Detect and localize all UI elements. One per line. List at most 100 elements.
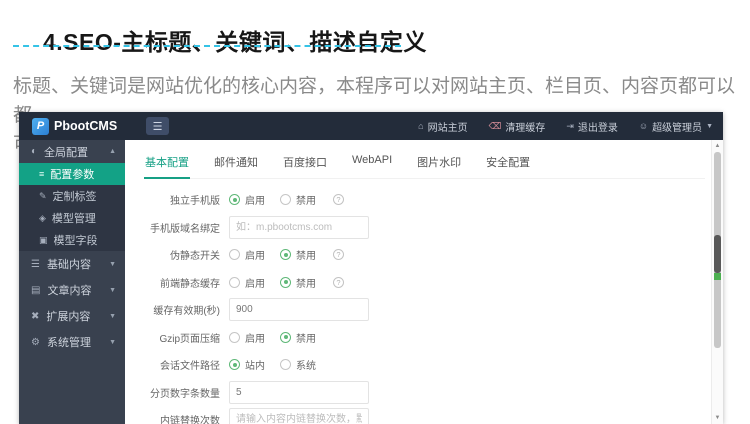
sidebar-item-custom-tags[interactable]: ✎ 定制标签: [19, 185, 125, 207]
radio-disable[interactable]: 禁用: [280, 275, 316, 290]
radio-label: 站内: [245, 361, 265, 373]
radio-icon: [229, 331, 240, 343]
scroll-down-icon[interactable]: ▼: [712, 413, 723, 423]
info-icon[interactable]: ?: [333, 276, 344, 288]
admin-main: ◐ 全局配置 ▲ ≡ 配置参数 ✎ 定制标签 ◈ 模型管理 ▣ 模型字段 ☰ 基…: [19, 140, 723, 424]
basic-config-form: 独立手机版 启用 禁用 ? 手机版域名绑定 伪静态开关: [144, 186, 705, 424]
sidebar-item-model-manage[interactable]: ◈ 模型管理: [19, 207, 125, 229]
form-row-mobile-domain: 手机版域名绑定: [144, 214, 705, 242]
topbar-item-label: 网站主页: [427, 122, 468, 134]
scroll-up-icon[interactable]: ▲: [712, 141, 723, 151]
field-label: 内链替换次数: [160, 416, 220, 424]
radio-enable[interactable]: 启用: [229, 275, 265, 290]
brand-name: PbootCMS: [54, 119, 118, 133]
topbar-item-label: 退出登录: [577, 122, 618, 134]
page-num-input[interactable]: [229, 380, 369, 404]
field-label: 会话文件路径: [160, 361, 220, 373]
radio-label: 启用: [245, 278, 265, 290]
tab-baidu-api[interactable]: 百度接口: [282, 149, 328, 178]
info-icon[interactable]: ?: [333, 194, 344, 206]
radio-label: 系统: [296, 361, 316, 373]
hamburger-icon: ☰: [152, 120, 163, 133]
globe-icon: ◐: [31, 146, 38, 157]
topbar-item-logout[interactable]: ⇥ 退出登录: [566, 119, 618, 134]
sidebar-item-label: 模型字段: [53, 235, 98, 247]
scrollbar-thumb[interactable]: [714, 235, 721, 273]
tab-image-watermark[interactable]: 图片水印: [416, 149, 462, 178]
radio-icon: [280, 276, 291, 288]
sidebar-group-extend-content[interactable]: ✖ 扩展内容 ▼: [19, 303, 125, 329]
radio-icon: [280, 359, 291, 371]
cache-expire-input[interactable]: [229, 298, 369, 322]
menu-toggle-button[interactable]: ☰: [146, 117, 169, 135]
gear-icon: ⚙: [31, 336, 40, 348]
radio-icon: [229, 276, 240, 288]
form-row-pseudo-static: 伪静态开关 启用 禁用 ?: [144, 241, 705, 269]
form-row-static-cache: 前端静态缓存 启用 禁用 ?: [144, 269, 705, 297]
chevron-down-icon: ▼: [109, 338, 116, 346]
tab-security-config[interactable]: 安全配置: [485, 149, 531, 178]
pbootcms-logo[interactable]: P PbootCMS: [19, 117, 136, 135]
tab-mail-notify[interactable]: 邮件通知: [213, 149, 259, 178]
topbar-item-label: 超级管理员: [652, 122, 703, 134]
sidebar-group-article-content[interactable]: ▤ 文章内容 ▼: [19, 277, 125, 303]
sidebar-group-base-content[interactable]: ☰ 基础内容 ▼: [19, 251, 125, 277]
admin-sidebar: ◐ 全局配置 ▲ ≡ 配置参数 ✎ 定制标签 ◈ 模型管理 ▣ 模型字段 ☰ 基…: [19, 140, 125, 424]
sidebar-group-system-manage[interactable]: ⚙ 系统管理 ▼: [19, 329, 125, 355]
radio-disable[interactable]: 禁用: [280, 192, 316, 207]
radio-enable[interactable]: 启用: [229, 330, 265, 345]
field-label: 前端静态缓存: [160, 278, 220, 290]
radio-disable[interactable]: 禁用: [280, 247, 316, 262]
scrollbar-marker: [714, 273, 721, 280]
field-icon: ▣: [39, 234, 48, 245]
radio-label: 禁用: [296, 333, 316, 345]
sidebar-item-label: 定制标签: [52, 191, 97, 203]
topbar-item-admin-user[interactable]: ☺ 超级管理员 ▼: [639, 119, 713, 134]
radio-label: 禁用: [296, 251, 316, 263]
radio-system[interactable]: 系统: [280, 357, 316, 372]
radio-enable[interactable]: 启用: [229, 192, 265, 207]
tab-webapi[interactable]: WebAPI: [351, 149, 393, 178]
field-label: 手机版域名绑定: [150, 223, 220, 235]
tab-basic-config[interactable]: 基本配置: [144, 149, 190, 179]
info-icon[interactable]: ?: [333, 249, 344, 261]
radio-disable[interactable]: 禁用: [280, 330, 316, 345]
radio-enable[interactable]: 启用: [229, 247, 265, 262]
radio-label: 启用: [245, 196, 265, 208]
home-icon: ⌂: [418, 121, 424, 131]
form-row-cache-expire: 缓存有效期(秒): [144, 296, 705, 324]
radio-label: 禁用: [296, 278, 316, 290]
inner-link-input[interactable]: [229, 408, 369, 424]
diamond-icon: ◈: [39, 212, 46, 223]
topbar-item-clear-cache[interactable]: ⌫ 清理缓存: [489, 119, 546, 134]
radio-icon: [280, 194, 291, 206]
sidebar-item-config-params[interactable]: ≡ 配置参数: [19, 163, 125, 185]
topbar-item-label: 清理缓存: [505, 122, 546, 134]
field-label: Gzip页面压缩: [159, 333, 220, 345]
document-icon: ▤: [31, 284, 41, 296]
sidebar-group-label: 文章内容: [47, 285, 92, 297]
mobile-domain-input[interactable]: [229, 215, 369, 239]
field-label: 分页数字条数量: [150, 388, 220, 400]
admin-content: 基本配置 邮件通知 百度接口 WebAPI 图片水印 安全配置 独立手机版 启用…: [125, 140, 723, 424]
logout-icon: ⇥: [566, 120, 574, 131]
content-scrollbar[interactable]: ▲ ▼: [711, 140, 723, 424]
sidebar-group-label: 系统管理: [46, 337, 91, 349]
chevron-down-icon: ▼: [109, 312, 116, 320]
trash-icon: ⌫: [488, 120, 502, 131]
sidebar-group-label: 扩展内容: [46, 311, 91, 323]
field-label: 伪静态开关: [170, 251, 220, 263]
sidebar-item-model-fields[interactable]: ▣ 模型字段: [19, 229, 125, 251]
radio-label: 启用: [245, 333, 265, 345]
form-row-session-path: 会话文件路径 站内 系统: [144, 351, 705, 379]
radio-in-site[interactable]: 站内: [229, 357, 265, 372]
field-label: 缓存有效期(秒): [153, 306, 220, 318]
radio-icon: [229, 359, 240, 371]
topbar-item-site-home[interactable]: ⌂ 网站主页: [418, 119, 467, 134]
form-row-page-num: 分页数字条数量: [144, 379, 705, 407]
pbootcms-logo-icon: P: [32, 117, 49, 135]
sidebar-group-global-config[interactable]: ◐ 全局配置 ▲: [19, 140, 125, 163]
chevron-down-icon: ▼: [109, 286, 116, 294]
form-row-gzip: Gzip页面压缩 启用 禁用: [144, 324, 705, 352]
expand-icon: ✖: [31, 310, 40, 322]
